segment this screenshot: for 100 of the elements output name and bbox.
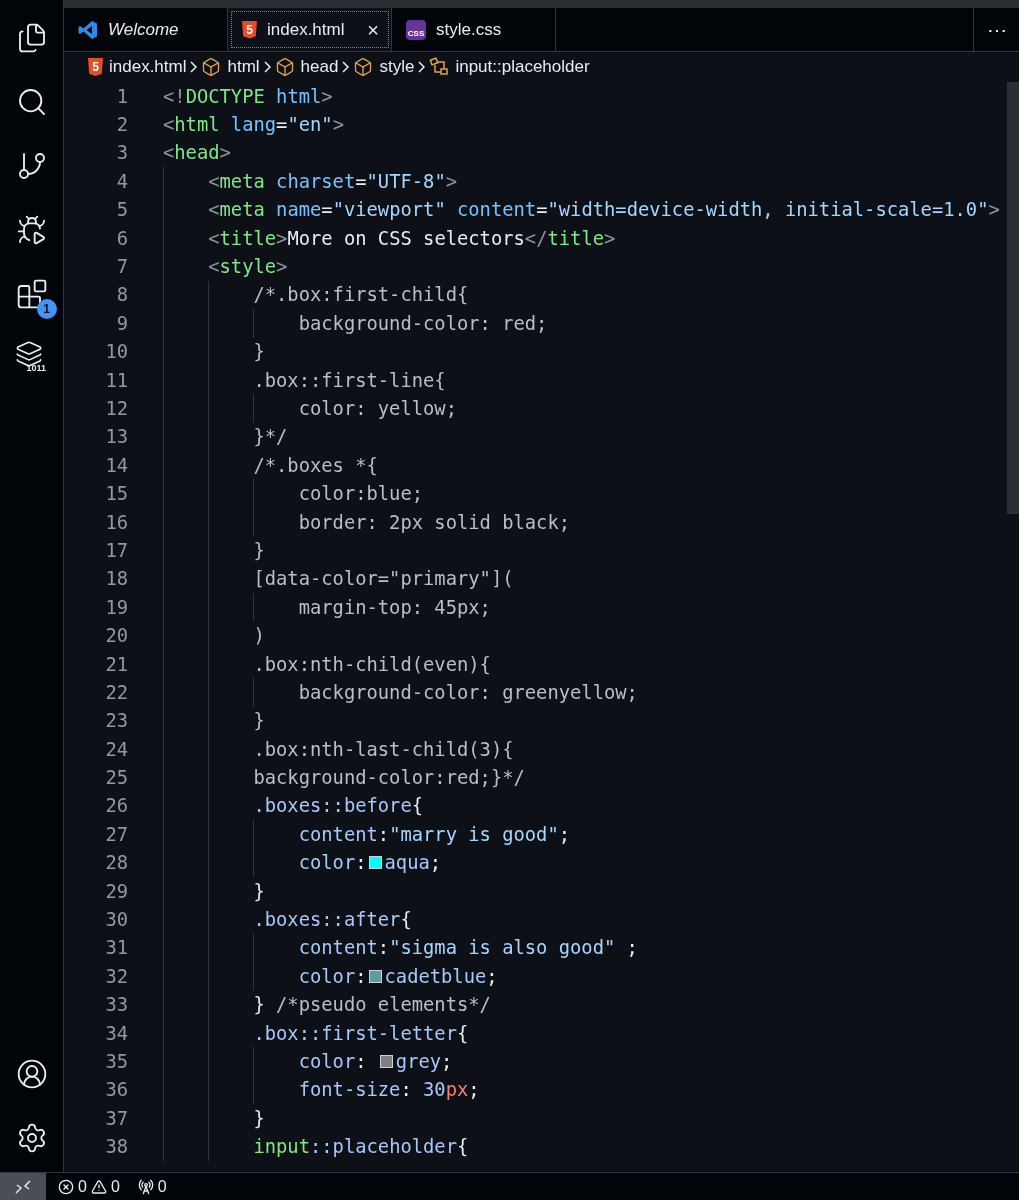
line-number: 20	[104, 625, 129, 647]
breadcrumb-item[interactable]: html	[201, 57, 260, 77]
cube-icon	[201, 57, 222, 77]
line-number: 1	[115, 85, 129, 107]
code-text: color: yellow;	[298, 398, 457, 419]
vscode-logo-icon	[78, 19, 98, 40]
bug-play-icon[interactable]	[15, 214, 48, 246]
code-text: .box:nth-last-child(3){	[253, 738, 514, 760]
code-text: /*.boxes *{	[253, 454, 378, 476]
antenna-icon	[137, 1178, 154, 1195]
code-text: background-color:red;}*/	[253, 767, 525, 789]
line-number: 31	[104, 937, 129, 959]
code-text: grey;	[395, 1050, 453, 1072]
line-number: 23	[104, 710, 129, 732]
code-text: .box::first-letter{	[253, 1022, 469, 1044]
html-file-icon: 5	[242, 20, 257, 39]
code-text: [data-color="primary"](	[253, 568, 514, 590]
account-icon[interactable]	[15, 1058, 48, 1090]
code-text: color:blue;	[298, 483, 424, 505]
code-text: margin-top: 45px;	[298, 596, 491, 618]
scrollbar-thumb[interactable]	[1007, 82, 1019, 514]
remote-button[interactable]	[0, 1173, 46, 1200]
line-number: 28	[104, 852, 129, 874]
tab-label: Welcome	[108, 19, 180, 40]
code-text: <style>	[208, 256, 288, 278]
code-text: aqua;	[384, 852, 442, 874]
line-number: 21	[104, 653, 129, 675]
warning-count: 0	[110, 1177, 120, 1196]
code-text: }*/	[253, 426, 288, 448]
code-text: content:"marry is good";	[298, 823, 571, 845]
editor-tab[interactable]: 5 index.html ×	[228, 8, 392, 51]
code-text: }	[253, 539, 265, 561]
line-number: 16	[104, 511, 129, 533]
line-number: 26	[104, 795, 129, 817]
line-number: 5	[115, 199, 129, 221]
code-text: }	[253, 1107, 265, 1129]
chevron-icon	[190, 61, 198, 73]
code-text: } /*pseudo elements*/	[253, 994, 491, 1016]
breadcrumb-item[interactable]: input::placeholder	[429, 57, 590, 77]
line-number: 13	[104, 426, 129, 448]
code-text: <meta charset="UTF-8">	[208, 170, 457, 192]
code-text: <meta name="viewport" content="width=device-width, initial-scale=1.0">	[208, 199, 1000, 221]
tab-label: style.css	[436, 19, 503, 40]
line-number: 30	[104, 909, 129, 930]
code-text: <!DOCTYPE html>	[163, 85, 333, 107]
chevron-icon	[263, 61, 271, 73]
code-text: /*.box:first-child{	[253, 284, 469, 306]
css-file-icon: CSS	[406, 19, 426, 40]
code-text: <title>More on CSS selectors</title>	[208, 227, 616, 249]
code-text: color:	[298, 1050, 368, 1072]
line-number: 22	[104, 681, 129, 703]
line-number: 25	[104, 767, 129, 789]
code-text: <html lang="en">	[163, 114, 344, 136]
code-text: .box::first-line{	[253, 369, 446, 391]
line-number: 7	[115, 256, 129, 278]
line-number: 33	[104, 994, 129, 1016]
line-number: 9	[115, 312, 129, 334]
code-text: font-size: 30px;	[298, 1079, 480, 1101]
problems-button[interactable]: 0 0	[52, 1177, 126, 1196]
error-icon	[58, 1178, 74, 1195]
ports-button[interactable]: 0	[131, 1177, 173, 1196]
code-text: }	[253, 341, 265, 363]
line-number: 15	[104, 483, 129, 505]
close-button[interactable]: ×	[367, 19, 379, 40]
code-text: background-color: red;	[298, 312, 548, 334]
notification-badge: 1	[36, 299, 57, 319]
line-number: 38	[104, 1136, 129, 1158]
line-number: 3	[115, 142, 129, 164]
code-text: }	[253, 710, 265, 732]
warning-icon	[90, 1178, 107, 1195]
color-swatch[interactable]	[368, 856, 382, 870]
breadcrumb-item[interactable]: style	[353, 57, 415, 77]
line-number: 12	[104, 398, 129, 419]
line-number: 8	[115, 284, 129, 306]
line-number: 18	[104, 568, 129, 590]
line-number: 37	[104, 1107, 129, 1129]
breadcrumb-item[interactable]: head	[274, 57, 339, 77]
line-number: 2	[115, 114, 129, 136]
code-text: <head>	[163, 142, 231, 164]
code-text: cadetblue;	[384, 965, 498, 987]
line-number: 29	[104, 880, 129, 902]
chevron-icon	[342, 61, 350, 73]
line-number: 24	[104, 738, 129, 760]
line-number: 14	[104, 454, 129, 476]
breadcrumb-item[interactable]: 5 index.html	[88, 57, 187, 77]
code-text: color:	[298, 965, 367, 987]
html-file-icon: 5	[88, 58, 103, 76]
code-text: .boxes::after{	[253, 909, 412, 930]
more-actions-button[interactable]: ⋯	[974, 8, 1019, 51]
code-text: input::placeholder{	[253, 1136, 469, 1158]
port-count: 0	[157, 1177, 167, 1196]
color-swatch[interactable]	[379, 1054, 393, 1068]
code-text: content:"sigma is also good" ;	[298, 937, 638, 959]
color-swatch[interactable]	[368, 969, 382, 983]
line-number: 27	[104, 823, 129, 845]
line-number: 35	[104, 1050, 129, 1072]
code-text: border: 2px solid black;	[298, 511, 571, 533]
line-number: 10	[104, 341, 129, 363]
code-text: }	[253, 880, 265, 902]
chevron-icon	[418, 61, 426, 73]
